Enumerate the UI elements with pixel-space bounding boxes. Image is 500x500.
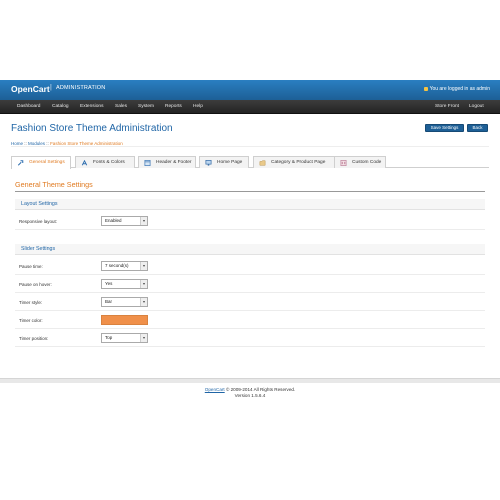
pause-hover-select[interactable]: Yes bbox=[101, 279, 148, 289]
breadcrumb-current[interactable]: Fashion Store Theme Administration bbox=[50, 141, 123, 146]
tab-home-page[interactable]: Home Page bbox=[199, 156, 249, 168]
top-header: OpenCart | ADMINISTRATION You are logged… bbox=[0, 80, 500, 100]
breadcrumb-modules[interactable]: Modules bbox=[28, 141, 45, 146]
chevron-down-icon bbox=[140, 217, 147, 225]
tab-label: Custom Code bbox=[352, 160, 382, 165]
form-row-pause-hover: Pause on hover: Yes bbox=[15, 275, 485, 293]
tab-label: Category & Product Page bbox=[271, 160, 326, 165]
footer-copyright: OpenCart © 2009-2014 All Rights Reserved… bbox=[0, 387, 500, 392]
form-row-timer-style: Timer style: Bar bbox=[15, 293, 485, 311]
nav-system[interactable]: System bbox=[138, 104, 154, 109]
tab-label: Home Page bbox=[217, 160, 243, 165]
back-button[interactable]: Back bbox=[467, 124, 488, 132]
pause-hover-label: Pause on hover: bbox=[19, 282, 52, 287]
nav-store-front[interactable]: Store Front bbox=[435, 104, 459, 109]
chevron-down-icon bbox=[140, 298, 147, 306]
tab-bar: General Settings Fonts & Colors Header &… bbox=[11, 156, 489, 169]
nav-help[interactable]: Help bbox=[193, 104, 203, 109]
tab-label: Fonts & Colors bbox=[93, 160, 125, 165]
font-icon bbox=[81, 160, 88, 166]
main-nav: Dashboard Catalog Extensions Sales Syste… bbox=[0, 100, 500, 114]
timer-color-swatch[interactable] bbox=[101, 315, 148, 325]
select-value: Bar bbox=[105, 299, 113, 304]
pause-time-select[interactable]: 7 second(s) bbox=[101, 261, 148, 271]
divider bbox=[15, 191, 485, 192]
nav-extensions[interactable]: Extensions bbox=[80, 104, 103, 109]
brand-logo[interactable]: OpenCart bbox=[11, 84, 50, 94]
save-button[interactable]: Save Settings bbox=[425, 124, 464, 132]
footer-opencart-link[interactable]: OpenCart bbox=[205, 387, 225, 392]
nav-reports[interactable]: Reports bbox=[165, 104, 182, 109]
code-icon bbox=[340, 160, 347, 166]
form-row-responsive: Responsive layout: Enabled bbox=[15, 212, 485, 230]
footer-copyright-text: © 2009-2014 All Rights Reserved. bbox=[224, 387, 296, 392]
tab-general-settings[interactable]: General Settings bbox=[11, 156, 71, 169]
folder-icon bbox=[259, 160, 266, 166]
lock-icon bbox=[423, 86, 428, 91]
timer-color-label: Timer color: bbox=[19, 318, 43, 323]
tab-label: Header & Footer bbox=[156, 160, 192, 165]
breadcrumb-home[interactable]: Home bbox=[11, 141, 23, 146]
timer-position-label: Timer position: bbox=[19, 336, 49, 341]
responsive-select[interactable]: Enabled bbox=[101, 216, 148, 226]
wrench-icon bbox=[17, 160, 24, 166]
timer-style-select[interactable]: Bar bbox=[101, 297, 148, 307]
slider-settings-title: Slider Settings bbox=[15, 244, 485, 255]
breadcrumb: Home :: Modules :: Fashion Store Theme A… bbox=[11, 140, 489, 147]
select-value: Top bbox=[105, 335, 113, 340]
form-row-pause-time: Pause time: 7 second(s) bbox=[15, 257, 485, 275]
tab-custom-code[interactable]: Custom Code bbox=[334, 156, 386, 168]
nav-catalog[interactable]: Catalog bbox=[52, 104, 69, 109]
tab-fonts-colors[interactable]: Fonts & Colors bbox=[75, 156, 135, 168]
layout-settings-title: Layout Settings bbox=[15, 199, 485, 210]
tab-header-footer[interactable]: Header & Footer bbox=[138, 156, 196, 168]
footer-band bbox=[0, 378, 500, 383]
timer-style-label: Timer style: bbox=[19, 300, 43, 305]
footer-version: Version 1.5.6.4 bbox=[234, 393, 266, 398]
chevron-down-icon bbox=[140, 280, 147, 288]
nav-dashboard[interactable]: Dashboard bbox=[17, 104, 40, 109]
select-value: Yes bbox=[105, 281, 113, 286]
responsive-label: Responsive layout: bbox=[19, 219, 58, 224]
page: OpenCart | ADMINISTRATION You are logged… bbox=[0, 0, 500, 500]
monitor-icon bbox=[205, 160, 212, 166]
logged-in-text: You are logged in as admin bbox=[429, 86, 490, 92]
tab-category-product[interactable]: Category & Product Page bbox=[253, 156, 341, 168]
brand-separator: | bbox=[50, 84, 52, 91]
chevron-down-icon bbox=[140, 262, 147, 270]
nav-sales[interactable]: Sales bbox=[115, 104, 127, 109]
nav-logout[interactable]: Logout bbox=[469, 104, 484, 109]
admin-label: ADMINISTRATION bbox=[56, 85, 106, 91]
form-row-timer-color: Timer color: bbox=[15, 311, 485, 329]
logged-in-status: You are logged in as admin bbox=[423, 86, 490, 92]
layout-icon bbox=[144, 160, 151, 166]
pause-time-label: Pause time: bbox=[19, 264, 43, 269]
select-value: Enabled bbox=[105, 218, 122, 223]
timer-position-select[interactable]: Top bbox=[101, 333, 148, 343]
chevron-down-icon bbox=[140, 334, 147, 342]
select-value: 7 second(s) bbox=[105, 263, 129, 268]
page-title: Fashion Store Theme Administration bbox=[11, 123, 173, 134]
tab-label: General Settings bbox=[29, 160, 65, 165]
form-row-timer-position: Timer position: Top bbox=[15, 329, 485, 347]
section-heading: General Theme Settings bbox=[15, 180, 93, 189]
